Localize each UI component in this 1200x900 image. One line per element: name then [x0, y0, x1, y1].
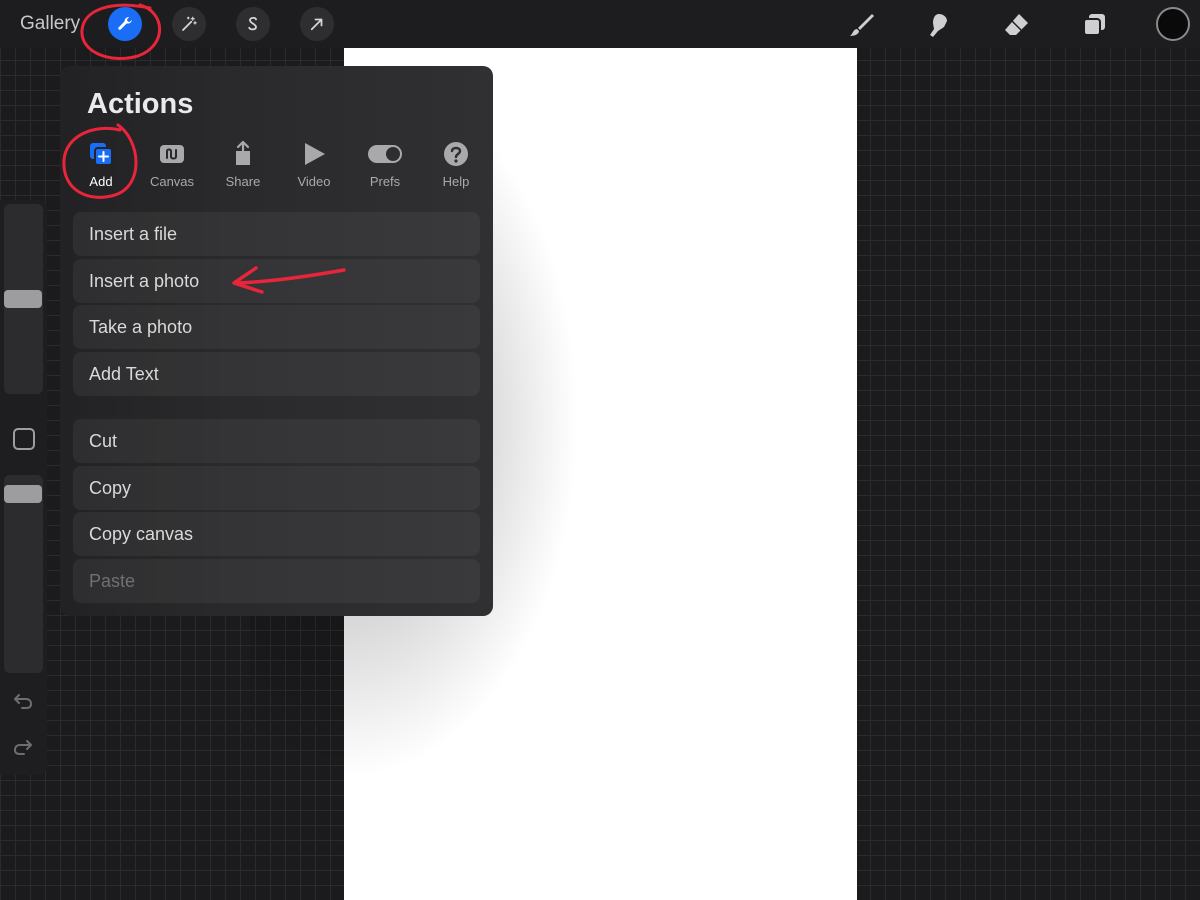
eraser-icon	[1005, 14, 1028, 35]
smudge-tool-button[interactable]	[923, 9, 955, 41]
menu-item-insert-file[interactable]: Insert a file	[73, 212, 480, 256]
gallery-button[interactable]: Gallery	[20, 13, 80, 35]
menu-item-copy[interactable]: Copy	[73, 466, 480, 510]
menu-item-take-photo[interactable]: Take a photo	[73, 305, 480, 349]
redo-icon[interactable]	[12, 736, 34, 758]
tab-canvas-label: Canvas	[149, 174, 195, 189]
tab-share[interactable]: Share	[213, 140, 273, 189]
panel-title: Actions	[87, 88, 194, 120]
tab-prefs-label: Prefs	[369, 174, 401, 189]
transform-button[interactable]	[300, 7, 334, 41]
transform-arrow-icon	[310, 18, 323, 31]
tab-share-label: Share	[225, 174, 261, 189]
modify-button[interactable]	[13, 428, 35, 450]
top-toolbar: Gallery	[0, 0, 1200, 48]
brush-tool-button[interactable]	[846, 9, 878, 41]
add-icon	[90, 143, 113, 166]
toggle-icon	[368, 145, 402, 163]
layers-button[interactable]	[1079, 9, 1111, 41]
tab-add-label: Add	[89, 174, 113, 189]
menu-item-add-text[interactable]: Add Text	[73, 352, 480, 396]
tab-video[interactable]: Video	[284, 140, 344, 189]
left-sidebar	[0, 200, 47, 775]
brush-icon	[850, 14, 874, 36]
tab-video-label: Video	[297, 174, 331, 189]
actions-panel: Actions Add Canvas Share Video Prefs Hel…	[60, 66, 493, 616]
play-icon	[305, 143, 325, 165]
layers-icon	[1083, 14, 1105, 36]
menu-item-copy-canvas[interactable]: Copy canvas	[73, 512, 480, 556]
brush-size-thumb[interactable]	[4, 290, 42, 308]
tab-canvas[interactable]: Canvas	[142, 140, 202, 189]
tab-prefs[interactable]: Prefs	[355, 140, 415, 189]
eraser-tool-button[interactable]	[1000, 9, 1032, 41]
selection-button[interactable]	[236, 7, 270, 41]
tab-add[interactable]: Add	[71, 140, 131, 189]
color-picker-button[interactable]	[1156, 7, 1190, 41]
menu-item-paste: Paste	[73, 559, 480, 603]
menu-item-cut[interactable]: Cut	[73, 419, 480, 463]
tab-help-label: Help	[442, 174, 470, 189]
help-icon	[444, 142, 468, 166]
adjustments-button[interactable]	[172, 7, 206, 41]
magic-wand-icon	[182, 16, 197, 31]
wrench-icon	[118, 17, 132, 30]
menu-item-insert-photo[interactable]: Insert a photo	[73, 259, 480, 303]
tab-help[interactable]: Help	[426, 140, 486, 189]
smudge-icon	[930, 14, 947, 37]
opacity-thumb[interactable]	[4, 485, 42, 503]
actions-wrench-button[interactable]	[108, 7, 142, 41]
undo-icon[interactable]	[12, 690, 34, 712]
selection-s-icon	[248, 17, 257, 31]
opacity-slider[interactable]	[4, 475, 43, 673]
canvas-icon	[160, 145, 184, 163]
share-icon	[236, 140, 250, 165]
